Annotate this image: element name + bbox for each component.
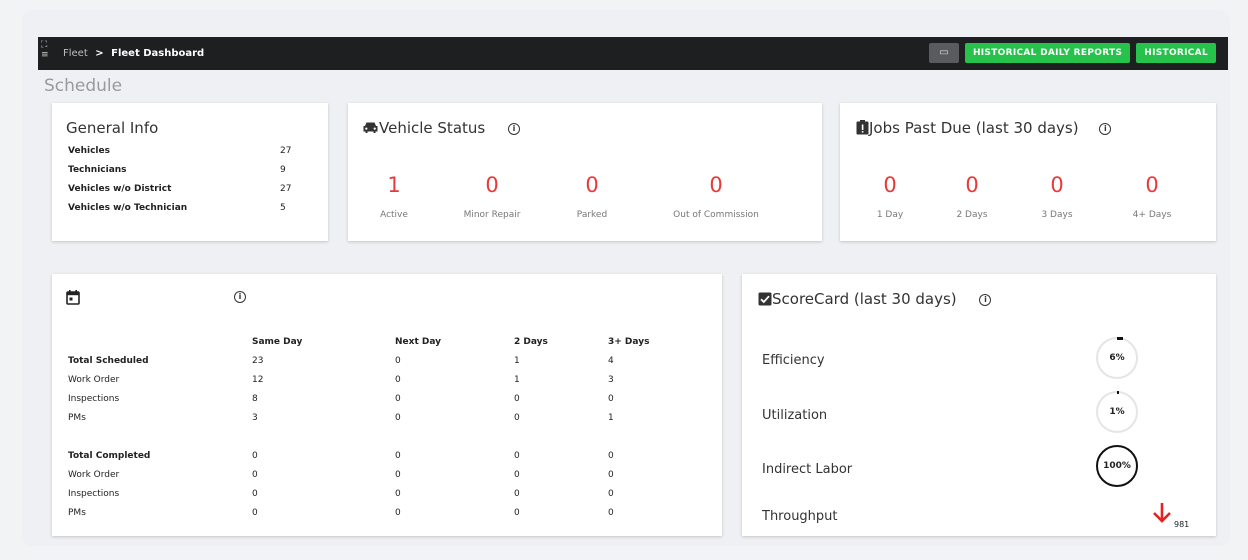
past-due-4-plus-days-label: 4+ Days [1132,210,1172,220]
stat-parked-value: 0 [585,173,599,197]
stat-out-of-commission-label: Out of Commission [673,210,759,220]
general-info-title: General Info [66,119,159,137]
menu-toggle[interactable]: ⛶ ≡ [41,40,53,67]
info-icon[interactable]: i [1099,122,1112,135]
throughput-value: 981 [1174,520,1190,529]
camera-icon: ▭ [939,47,949,58]
past-due-4-plus-days-value: 0 [1145,173,1159,197]
car-icon [363,122,378,133]
expand-icon[interactable]: ⛶ [41,40,53,50]
info-icon[interactable]: i [234,291,246,303]
arrow-down-icon [1153,503,1171,523]
indirect-labor-value: 100% [1103,461,1131,471]
column-header: 2 Days [514,337,548,347]
scorecard-card: ScoreCard (last 30 days) i Efficiency 6%… [742,274,1216,536]
breadcrumb: Fleet > Fleet Dashboard [63,37,204,70]
column-header: Same Day [252,337,303,347]
breadcrumb-current: Fleet Dashboard [111,48,205,59]
breadcrumb-separator: > [95,48,104,59]
camera-button[interactable]: ▭ [928,43,959,63]
clipboard-alert-icon [856,120,869,135]
hamburger-icon[interactable]: ≡ [41,50,53,60]
efficiency-label: Efficiency [762,353,825,368]
column-header: Next Day [395,337,442,347]
general-info-card: General Info Vehicles 27 Technicians 9 V… [52,103,328,241]
jobs-past-due-card: Jobs Past Due (last 30 days) i 0 1 Day 0… [840,103,1216,241]
efficiency-gauge: 6% [1096,337,1138,379]
breadcrumb-fleet-link[interactable]: Fleet [63,48,88,59]
vehicle-status-card: Vehicle Status i 1 Active 0 Minor Repair… [348,103,822,241]
historical-button[interactable]: HISTORICAL [1136,43,1216,63]
jobs-past-due-title: Jobs Past Due (last 30 days) i [856,119,1112,137]
vehicle-status-title: Vehicle Status i [362,119,520,137]
indirect-labor-gauge: 100% [1096,445,1138,487]
page-title: Schedule [44,76,123,96]
general-info-row: Vehicles 27 [68,146,292,156]
stat-out-of-commission-value: 0 [709,173,723,197]
past-due-3-days-value: 0 [1050,173,1064,197]
utilization-label: Utilization [762,408,828,423]
scorecard-title: ScoreCard (last 30 days) i [758,290,992,308]
utilization-value: 1% [1109,407,1125,417]
indirect-labor-label: Indirect Labor [762,462,853,477]
checkbox-icon [758,292,772,306]
top-bar: ⛶ ≡ Fleet > Fleet Dashboard ▭ HISTORICAL… [38,37,1228,70]
info-icon[interactable]: i [508,122,520,135]
historical-daily-reports-button[interactable]: HISTORICAL DAILY REPORTS [964,43,1131,63]
utilization-gauge: 1% [1096,391,1138,433]
general-info-row: Technicians 9 [68,165,286,175]
stat-active-value: 1 [387,173,401,197]
general-info-row: Vehicles w/o District 27 [68,184,292,194]
info-icon[interactable]: i [979,293,992,306]
throughput-label: Throughput [762,509,838,524]
stat-minor-repair-value: 0 [485,173,499,197]
stat-parked-label: Parked [576,210,608,220]
efficiency-value: 6% [1109,353,1125,363]
general-info-row: Vehicles w/o Technician 5 [68,203,286,213]
schedule-card: i Same Day Next Day 2 Days 3+ Days Total… [52,274,722,536]
column-header: 3+ Days [608,337,650,347]
calendar-icon[interactable] [66,290,80,305]
